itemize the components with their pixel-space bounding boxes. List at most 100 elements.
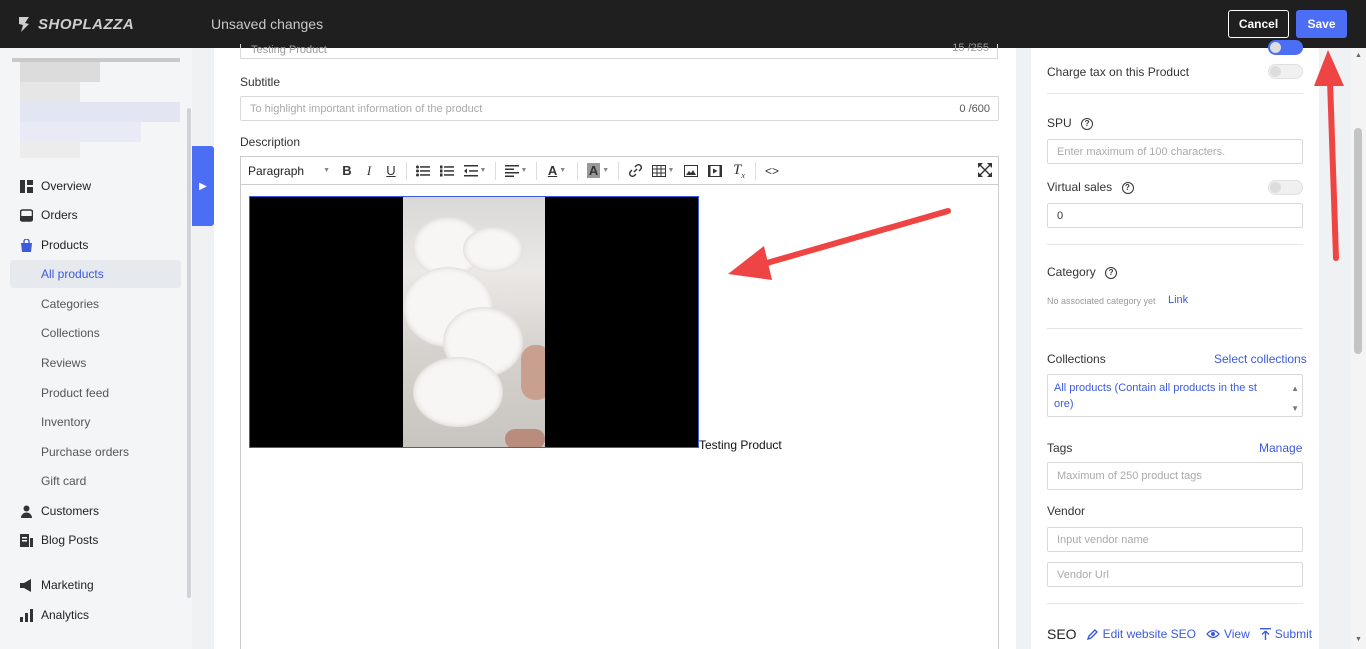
sidebar-item-reviews[interactable]: Reviews bbox=[41, 356, 86, 370]
manage-tags-link[interactable]: Manage bbox=[1259, 441, 1302, 455]
edit-seo-link[interactable]: Edit website SEO bbox=[1086, 627, 1196, 641]
title-value: Testing Product bbox=[251, 44, 327, 56]
clear-format-button[interactable]: Tx bbox=[730, 161, 748, 181]
sidebar-item-customers[interactable]: Customers bbox=[20, 504, 99, 518]
link-button[interactable] bbox=[626, 161, 644, 181]
sidebar-item-all-products[interactable]: All products bbox=[10, 260, 181, 288]
sidebar-item-marketing[interactable]: Marketing bbox=[20, 578, 94, 592]
spu-input[interactable]: Enter maximum of 100 characters. bbox=[1047, 139, 1303, 164]
spu-placeholder: Enter maximum of 100 characters. bbox=[1057, 145, 1226, 158]
virtual-sales-input[interactable]: 0 bbox=[1047, 203, 1303, 228]
marketing-icon bbox=[20, 578, 31, 592]
sidebar-item-label: Overview bbox=[41, 179, 92, 193]
highlight-color-button[interactable]: A ▼ bbox=[585, 161, 611, 181]
store-name-blurred bbox=[20, 82, 80, 102]
source-code-button[interactable]: <> bbox=[763, 161, 781, 181]
collections-value: All products (Contain all products in th… bbox=[1054, 382, 1257, 410]
table-button[interactable]: ▼ bbox=[650, 161, 676, 181]
toolbar-divider bbox=[406, 161, 407, 180]
sidebar-item-products[interactable]: Products bbox=[20, 238, 88, 252]
sidebar-collapse-toggle[interactable]: ▶ bbox=[192, 146, 214, 226]
store-extra2-blurred bbox=[20, 142, 80, 158]
logo-icon bbox=[19, 17, 29, 32]
editor-content-text[interactable]: Testing Product bbox=[699, 438, 782, 452]
bold-button[interactable]: B bbox=[339, 161, 355, 181]
page-scrollbar-thumb[interactable] bbox=[1354, 128, 1362, 354]
format-select[interactable]: Paragraph ▼ bbox=[248, 164, 336, 178]
unsaved-status: Unsaved changes bbox=[211, 16, 324, 32]
sidebar-item-analytics[interactable]: Analytics bbox=[20, 608, 89, 622]
sidebar-item-label: Reviews bbox=[41, 356, 87, 370]
bullet-list-button[interactable] bbox=[414, 161, 432, 181]
subtitle-input[interactable]: To highlight important information of th… bbox=[240, 96, 999, 121]
virtual-sales-toggle[interactable] bbox=[1268, 180, 1303, 195]
indent-icon bbox=[463, 164, 478, 176]
align-button[interactable]: ▼ bbox=[503, 161, 529, 181]
sidebar-item-label: Analytics bbox=[41, 608, 90, 622]
sidebar-item-product-feed[interactable]: Product feed bbox=[41, 386, 109, 400]
charge-tax-label: Charge tax on this Product bbox=[1047, 65, 1190, 79]
shoplazza-logo[interactable]: SHOPLAZZA bbox=[16, 15, 134, 33]
sidebar-item-purchase-orders[interactable]: Purchase orders bbox=[41, 445, 129, 459]
tags-input[interactable]: Maximum of 250 product tags bbox=[1047, 462, 1303, 490]
chevron-down-icon: ▼ bbox=[559, 167, 567, 174]
help-icon[interactable]: ? bbox=[1121, 181, 1134, 194]
sidebar-item-overview[interactable]: Overview bbox=[20, 179, 91, 193]
text-color-icon: A bbox=[547, 163, 558, 178]
title-input[interactable]: Testing Product 15 /255 bbox=[240, 42, 998, 59]
product-editor: Testing Product 15 /255 Subtitle To high… bbox=[214, 42, 1016, 649]
sidebar-item-label: Products bbox=[41, 238, 89, 252]
divider bbox=[1047, 603, 1303, 604]
chevron-down-icon: ▼ bbox=[479, 167, 487, 174]
sidebar-item-orders[interactable]: Orders bbox=[20, 208, 78, 222]
table-icon bbox=[651, 164, 666, 177]
underline-button[interactable]: U bbox=[383, 161, 399, 181]
divider bbox=[1047, 328, 1303, 329]
divider bbox=[1047, 244, 1303, 245]
charge-tax-toggle[interactable] bbox=[1268, 64, 1303, 79]
bullet-list-icon bbox=[416, 165, 430, 176]
submit-link[interactable]: Submit bbox=[1259, 627, 1312, 641]
sidebar-item-collections[interactable]: Collections bbox=[41, 326, 100, 340]
toolbar-divider bbox=[577, 161, 578, 180]
sidebar-scrollbar[interactable] bbox=[187, 108, 191, 598]
scroll-arrows-icon[interactable]: ▲ ▼ bbox=[1291, 379, 1299, 419]
sidebar-item-gift-card[interactable]: Gift card bbox=[41, 474, 86, 488]
subtitle-label: Subtitle bbox=[240, 75, 281, 89]
vendor-url-input[interactable]: Vendor Url bbox=[1047, 562, 1303, 587]
video-button[interactable] bbox=[706, 161, 724, 181]
video-frame-flower bbox=[403, 197, 545, 447]
italic-button[interactable]: I bbox=[361, 161, 377, 181]
vendor-name-input[interactable]: Input vendor name bbox=[1047, 527, 1303, 552]
indent-button[interactable]: ▼ bbox=[462, 161, 488, 181]
category-link[interactable]: Link bbox=[1168, 294, 1188, 306]
sidebar-item-label: Orders bbox=[41, 208, 78, 222]
image-button[interactable] bbox=[682, 161, 700, 181]
rich-text-editor[interactable]: Paragraph ▼ B I U ▼ ▼ A ▼ A ▼ ▼ Tx <> Te… bbox=[240, 156, 999, 649]
top-toggle[interactable] bbox=[1268, 40, 1303, 55]
editor-toolbar: Paragraph ▼ B I U ▼ ▼ A ▼ A ▼ ▼ Tx <> bbox=[241, 157, 998, 185]
text-color-button[interactable]: A ▼ bbox=[544, 161, 570, 181]
sidebar-item-categories[interactable]: Categories bbox=[41, 297, 99, 311]
help-icon[interactable]: ? bbox=[1081, 117, 1094, 130]
cancel-button[interactable]: Cancel bbox=[1228, 10, 1289, 38]
sidebar-item-blog-posts[interactable]: Blog Posts bbox=[20, 533, 98, 547]
collections-select[interactable]: All products (Contain all products in th… bbox=[1047, 374, 1303, 417]
sidebar-item-inventory[interactable]: Inventory bbox=[41, 415, 90, 429]
blog-icon bbox=[20, 533, 33, 547]
view-link[interactable]: View bbox=[1206, 627, 1250, 641]
vendor-name-placeholder: Input vendor name bbox=[1057, 533, 1149, 546]
numbered-list-button[interactable] bbox=[438, 161, 456, 181]
scroll-down-icon[interactable]: ▼ bbox=[1355, 636, 1362, 643]
help-icon[interactable]: ? bbox=[1105, 266, 1118, 279]
edit-seo-label: Edit website SEO bbox=[1102, 627, 1196, 641]
embedded-video[interactable] bbox=[249, 196, 699, 448]
scroll-up-icon[interactable]: ▲ bbox=[1355, 52, 1362, 59]
category-empty-text: No associated category yet bbox=[1047, 296, 1156, 306]
eye-icon bbox=[1206, 629, 1220, 639]
fullscreen-icon[interactable] bbox=[978, 163, 992, 177]
select-collections-link[interactable]: Select collections bbox=[1214, 352, 1307, 366]
virtual-sales-value: 0 bbox=[1057, 209, 1064, 222]
save-button[interactable]: Save bbox=[1296, 10, 1347, 38]
underline-icon: U bbox=[386, 163, 396, 178]
